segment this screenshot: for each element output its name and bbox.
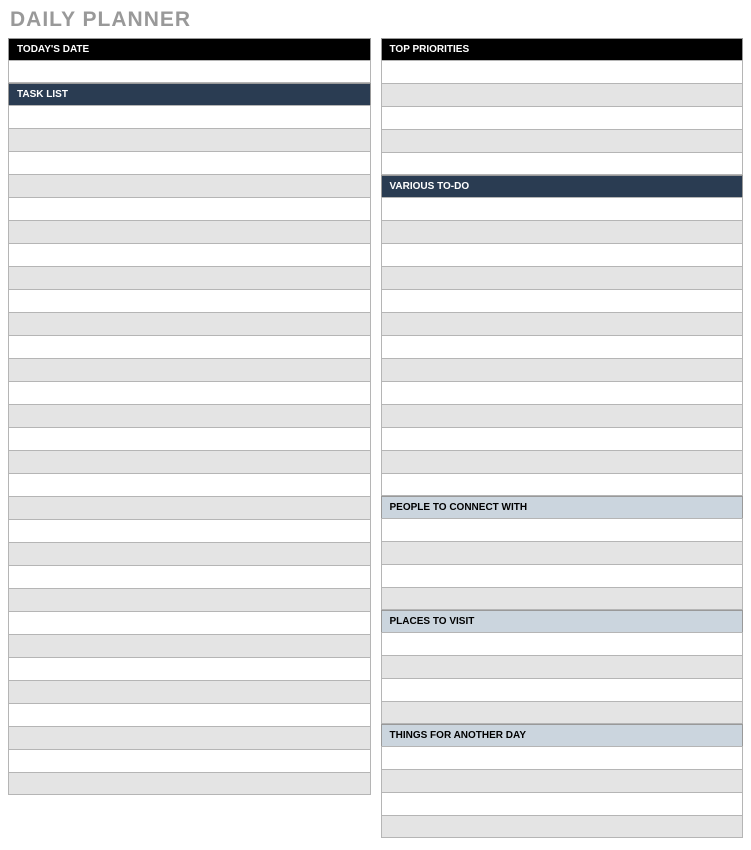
- task-row[interactable]: [8, 151, 371, 174]
- task-row[interactable]: [8, 358, 371, 381]
- task-row[interactable]: [8, 565, 371, 588]
- priority-row[interactable]: [381, 106, 744, 129]
- people-row[interactable]: [381, 518, 744, 541]
- todo-row[interactable]: [381, 266, 744, 289]
- task-row[interactable]: [8, 680, 371, 703]
- task-row[interactable]: [8, 381, 371, 404]
- top-priorities-section: TOP PRIORITIES: [381, 38, 744, 175]
- task-row[interactable]: [8, 128, 371, 151]
- task-row[interactable]: [8, 197, 371, 220]
- todo-row[interactable]: [381, 289, 744, 312]
- task-row[interactable]: [8, 289, 371, 312]
- another-day-row[interactable]: [381, 746, 744, 769]
- things-another-day-header: THINGS FOR ANOTHER DAY: [381, 724, 744, 746]
- todays-date-section: TODAY'S DATE: [8, 38, 371, 83]
- places-to-visit-section: PLACES TO VISIT: [381, 610, 744, 724]
- things-another-day-section: THINGS FOR ANOTHER DAY: [381, 724, 744, 838]
- people-row[interactable]: [381, 587, 744, 610]
- task-row[interactable]: [8, 450, 371, 473]
- places-row[interactable]: [381, 655, 744, 678]
- task-row[interactable]: [8, 220, 371, 243]
- task-row[interactable]: [8, 703, 371, 726]
- todo-row[interactable]: [381, 197, 744, 220]
- todays-date-header: TODAY'S DATE: [8, 38, 371, 60]
- task-row[interactable]: [8, 496, 371, 519]
- task-row[interactable]: [8, 726, 371, 749]
- task-row[interactable]: [8, 588, 371, 611]
- todo-row[interactable]: [381, 312, 744, 335]
- top-priorities-header: TOP PRIORITIES: [381, 38, 744, 60]
- todo-row[interactable]: [381, 220, 744, 243]
- todo-row[interactable]: [381, 450, 744, 473]
- task-row[interactable]: [8, 243, 371, 266]
- another-day-row[interactable]: [381, 815, 744, 838]
- places-to-visit-header: PLACES TO VISIT: [381, 610, 744, 632]
- task-row[interactable]: [8, 657, 371, 680]
- various-todo-section: VARIOUS TO-DO: [381, 175, 744, 496]
- task-row[interactable]: [8, 519, 371, 542]
- task-row[interactable]: [8, 611, 371, 634]
- people-to-connect-header: PEOPLE TO CONNECT WITH: [381, 496, 744, 518]
- planner-columns: TODAY'S DATE TASK LIST: [8, 38, 743, 838]
- task-row[interactable]: [8, 473, 371, 496]
- people-row[interactable]: [381, 564, 744, 587]
- another-day-row[interactable]: [381, 769, 744, 792]
- page-title: DAILY PLANNER: [10, 8, 743, 32]
- todo-row[interactable]: [381, 427, 744, 450]
- todo-row[interactable]: [381, 381, 744, 404]
- priority-row[interactable]: [381, 152, 744, 175]
- todays-date-row[interactable]: [8, 60, 371, 83]
- priority-row[interactable]: [381, 60, 744, 83]
- todo-row[interactable]: [381, 473, 744, 496]
- task-row[interactable]: [8, 542, 371, 565]
- task-list-section: TASK LIST: [8, 83, 371, 795]
- task-row[interactable]: [8, 404, 371, 427]
- task-row[interactable]: [8, 749, 371, 772]
- todo-row[interactable]: [381, 243, 744, 266]
- todo-row[interactable]: [381, 335, 744, 358]
- people-row[interactable]: [381, 541, 744, 564]
- task-row[interactable]: [8, 174, 371, 197]
- task-row[interactable]: [8, 105, 371, 128]
- priority-row[interactable]: [381, 83, 744, 106]
- todo-row[interactable]: [381, 358, 744, 381]
- another-day-row[interactable]: [381, 792, 744, 815]
- people-to-connect-section: PEOPLE TO CONNECT WITH: [381, 496, 744, 610]
- task-row[interactable]: [8, 335, 371, 358]
- various-todo-header: VARIOUS TO-DO: [381, 175, 744, 197]
- task-row[interactable]: [8, 772, 371, 795]
- left-column: TODAY'S DATE TASK LIST: [8, 38, 371, 838]
- places-row[interactable]: [381, 678, 744, 701]
- right-column: TOP PRIORITIES VARIOUS TO-DO PEOPLE TO C: [381, 38, 744, 838]
- task-row[interactable]: [8, 312, 371, 335]
- priority-row[interactable]: [381, 129, 744, 152]
- task-row[interactable]: [8, 266, 371, 289]
- task-row[interactable]: [8, 634, 371, 657]
- task-list-header: TASK LIST: [8, 83, 371, 105]
- places-row[interactable]: [381, 632, 744, 655]
- task-row[interactable]: [8, 427, 371, 450]
- todo-row[interactable]: [381, 404, 744, 427]
- places-row[interactable]: [381, 701, 744, 724]
